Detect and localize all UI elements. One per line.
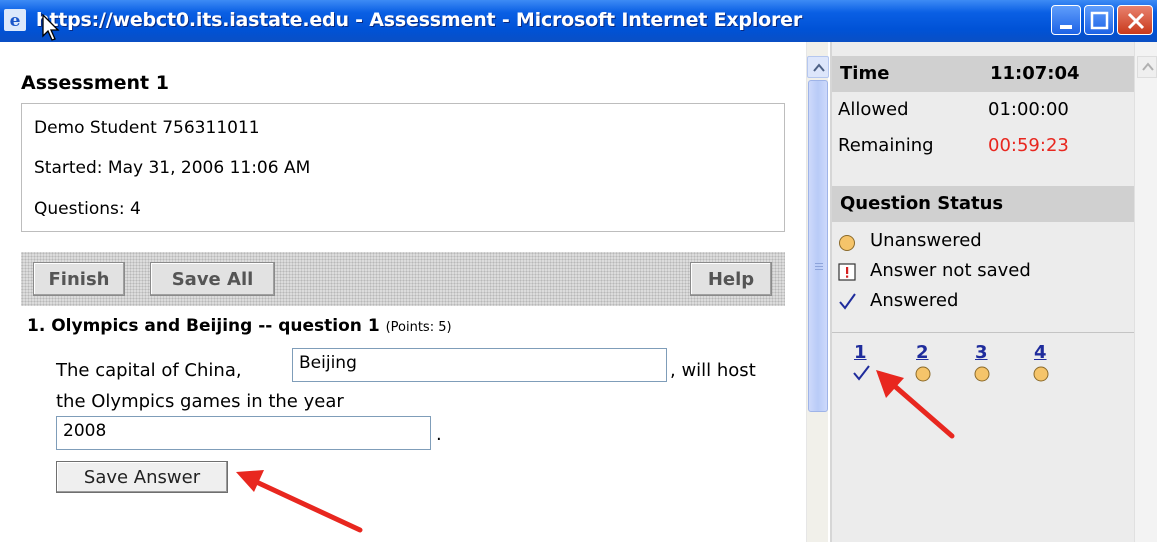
window-title: https://webct0.its.iastate.edu - Assessm…	[36, 9, 803, 31]
right-pane-scrollbar[interactable]	[1134, 42, 1157, 542]
remaining-label: Remaining	[838, 135, 934, 156]
scroll-up-button[interactable]	[807, 56, 829, 78]
close-button[interactable]	[1117, 5, 1153, 35]
minimize-icon	[1060, 25, 1072, 29]
question-text-start: The capital of China,	[56, 360, 242, 381]
close-icon	[1127, 12, 1145, 30]
question-link-2[interactable]: 2	[916, 342, 929, 363]
help-button[interactable]: Help	[690, 262, 772, 296]
maximize-button[interactable]	[1084, 5, 1114, 35]
scroll-thumb[interactable]	[808, 80, 828, 412]
question-link-4[interactable]: 4	[1034, 342, 1047, 363]
question-status-heading: Question Status	[840, 193, 1004, 214]
legend-unanswered: Unanswered	[870, 230, 982, 251]
svg-text:e: e	[10, 11, 21, 31]
chevron-up-icon	[1142, 62, 1154, 71]
grip-icon	[815, 263, 823, 264]
assessment-toolbar: Finish Save All Help	[21, 252, 785, 306]
answered-check-icon	[853, 365, 870, 381]
assessment-info-box: Demo Student 756311011 Started: May 31, …	[21, 103, 785, 232]
minimize-button[interactable]	[1051, 5, 1081, 35]
status-pane: Time 11:07:04 Allowed 01:00:00 Remaining…	[830, 42, 1157, 542]
question-text-middle: , will host	[670, 360, 756, 381]
grip-icon	[815, 266, 823, 267]
answered-check-icon	[839, 293, 856, 310]
allowed-label: Allowed	[838, 99, 909, 120]
question-link-1[interactable]: 1	[854, 342, 867, 363]
legend-not-saved: Answer not saved	[870, 260, 1031, 281]
grip-icon	[815, 269, 823, 270]
right-scroll-up-button[interactable]	[1137, 56, 1157, 78]
save-answer-button[interactable]: Save Answer	[56, 461, 228, 493]
red-arrow-save-icon	[236, 470, 363, 533]
start-time: Started: May 31, 2006 11:06 AM	[34, 158, 311, 178]
question-title: 1. Olympics and Beijing -- question 1 (P…	[27, 316, 452, 336]
save-all-button[interactable]: Save All	[150, 262, 275, 296]
assessment-title: Assessment 1	[21, 72, 169, 94]
not-saved-warning-icon	[838, 263, 856, 281]
time-label: Time	[840, 63, 890, 84]
legend-answered: Answered	[870, 290, 959, 311]
student-name: Demo Student 756311011	[34, 118, 260, 138]
unanswered-dot-icon	[915, 366, 931, 382]
assessment-pane: Assessment 1 Demo Student 756311011 Star…	[0, 42, 806, 542]
question-count: Questions: 4	[34, 199, 141, 219]
remaining-value: 00:59:23	[988, 135, 1069, 156]
status-divider	[832, 332, 1134, 333]
unanswered-dot-icon	[839, 235, 855, 251]
question-title-text: 1. Olympics and Beijing	[27, 316, 253, 336]
question-points: (Points: 5)	[385, 320, 452, 335]
finish-button[interactable]: Finish	[33, 262, 125, 296]
unanswered-dot-icon	[974, 366, 990, 382]
window-title-bar: e https://webct0.its.iastate.edu - Asses…	[0, 0, 1157, 42]
unanswered-dot-icon	[1033, 366, 1049, 382]
chevron-up-icon	[813, 63, 825, 72]
left-pane-scrollbar[interactable]	[806, 42, 829, 542]
question-link-3[interactable]: 3	[975, 342, 988, 363]
answer-input-1[interactable]: Beijing	[292, 348, 667, 382]
maximize-icon	[1090, 11, 1109, 30]
allowed-value: 01:00:00	[988, 99, 1069, 120]
mouse-pointer-icon	[42, 14, 60, 41]
internet-explorer-icon: e	[4, 9, 26, 31]
time-value: 11:07:04	[990, 63, 1080, 84]
question-text-line2: the Olympics games in the year	[56, 391, 344, 412]
question-subtitle: -- question 1	[252, 316, 380, 336]
answer-input-2[interactable]: 2008	[56, 416, 431, 450]
question-text-end: .	[436, 424, 442, 445]
